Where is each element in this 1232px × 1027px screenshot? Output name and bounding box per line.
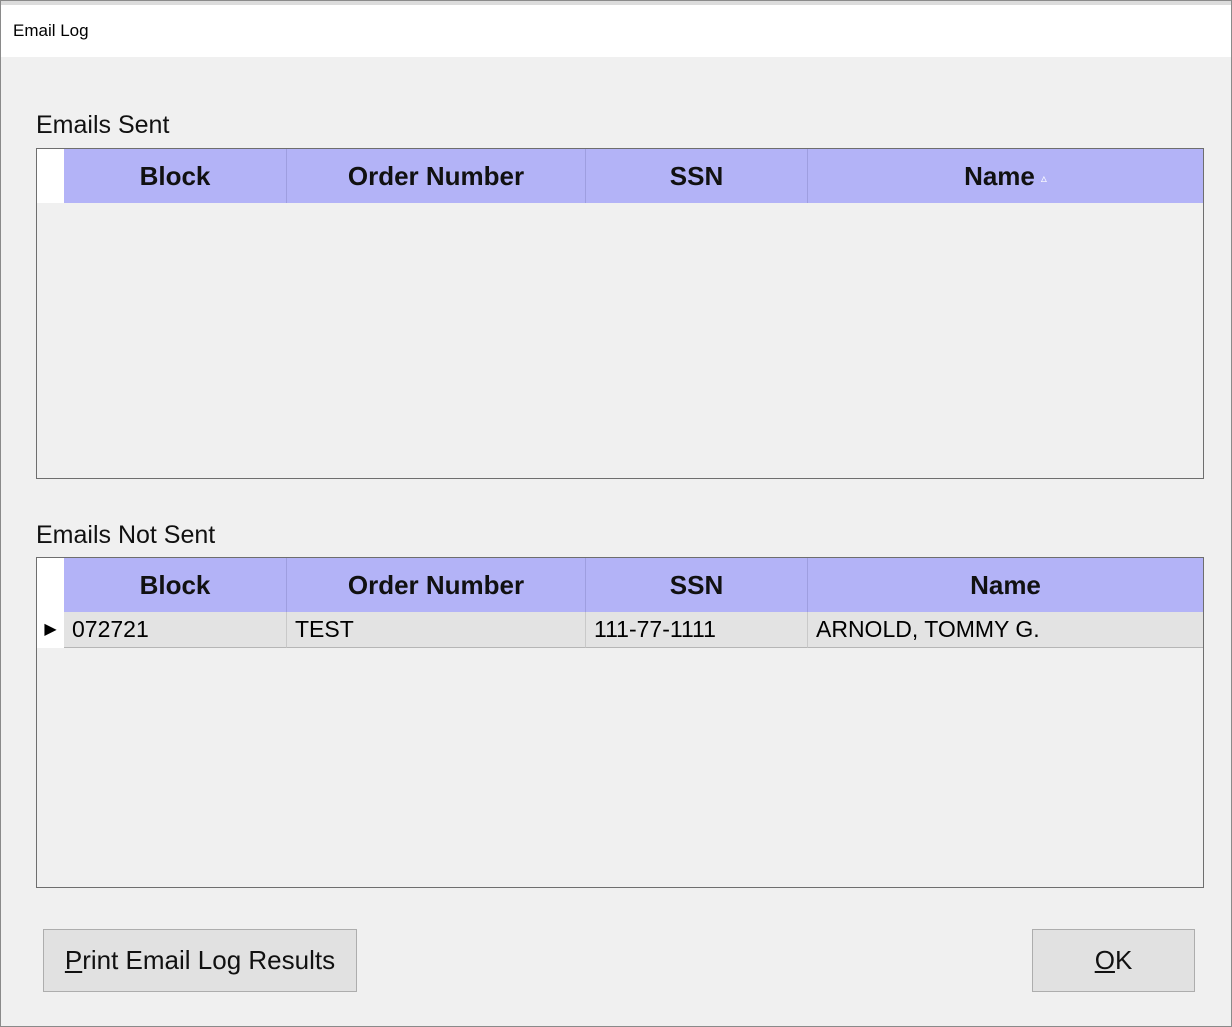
column-header-order-number[interactable]: Order Number [287, 558, 586, 612]
row-header-corner [37, 558, 64, 612]
cell-order-number[interactable]: TEST [287, 612, 586, 648]
print-mnemonic: P [64, 945, 83, 975]
column-header-block[interactable]: Block [64, 149, 287, 203]
ok-button-label: K [1114, 945, 1133, 975]
emails-sent-header-row: Block Order Number SSN Name ▵ [37, 149, 1203, 203]
emails-sent-label: Emails Sent [36, 111, 170, 139]
title-bar: Email Log [1, 1, 1231, 57]
cell-block[interactable]: 072721 [64, 612, 287, 648]
table-row[interactable]: ▶ 072721 TEST 111-77-1111 ARNOLD, TOMMY … [37, 612, 1203, 648]
print-button-label: rint Email Log Results [82, 945, 336, 975]
emails-sent-grid[interactable]: Block Order Number SSN Name ▵ [36, 148, 1204, 479]
email-log-window: Email Log Emails Sent Block Order Number… [0, 0, 1232, 1027]
emails-not-sent-label: Emails Not Sent [36, 521, 216, 549]
ok-mnemonic: O [1094, 945, 1115, 975]
emails-not-sent-header-row: Block Order Number SSN Name [37, 558, 1203, 612]
column-header-block[interactable]: Block [64, 558, 287, 612]
cell-name[interactable]: ARNOLD, TOMMY G. [808, 612, 1203, 648]
column-header-name-label: Name [964, 161, 1035, 191]
row-header-corner [37, 149, 64, 203]
window-title: Email Log [13, 21, 89, 40]
title-bar-strip [1, 1, 1231, 5]
print-email-log-results-button[interactable]: Print Email Log Results [43, 929, 357, 992]
cell-ssn[interactable]: 111-77-1111 [586, 612, 808, 648]
column-header-ssn[interactable]: SSN [586, 558, 808, 612]
emails-not-sent-grid[interactable]: Block Order Number SSN Name ▶ 072721 TES… [36, 557, 1204, 888]
column-header-ssn[interactable]: SSN [586, 149, 808, 203]
sort-ascending-icon: ▵ [1040, 171, 1047, 186]
column-header-name[interactable]: Name ▵ [808, 149, 1203, 203]
ok-button[interactable]: OK [1032, 929, 1195, 992]
column-header-order-number[interactable]: Order Number [287, 149, 586, 203]
current-row-arrow-icon: ▶ [37, 612, 64, 648]
column-header-name[interactable]: Name [808, 558, 1203, 612]
